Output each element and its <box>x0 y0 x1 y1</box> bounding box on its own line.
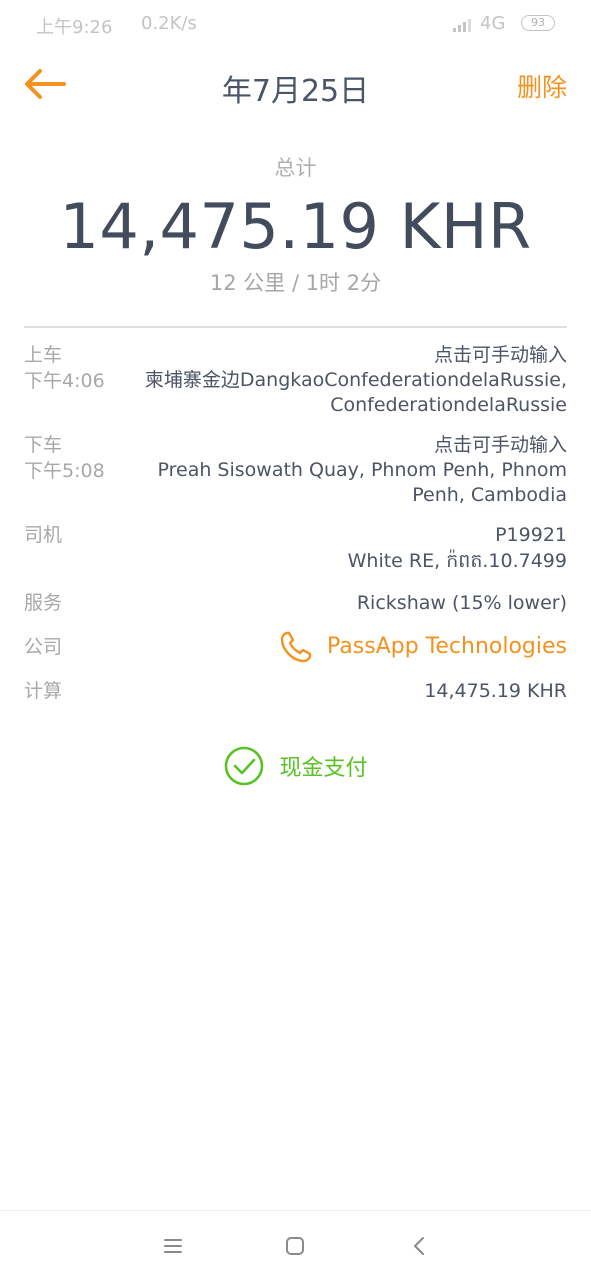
company-label: 公司 <box>24 636 63 658</box>
calculation-row: 计算 14,475.19 KHR <box>24 678 567 704</box>
status-bar: 上午9:26 0.2K/s 4G 93 <box>0 0 591 50</box>
trip-details: 上车 点击可手动输入 下午4:06 柬埔寨金边DangkaoConfederat… <box>24 342 567 704</box>
pickup-address: 柬埔寨金边DangkaoConfederationdelaRussie, Con… <box>145 368 567 418</box>
calculation-value: 14,475.19 KHR <box>424 680 567 702</box>
payment-method-label: 现金支付 <box>279 756 368 781</box>
company-row: 公司 PassApp Technologies <box>24 630 567 664</box>
dropoff-address-line1: Preah Sisowath Quay, Phnom Penh, Phnom <box>157 459 568 481</box>
dropoff-address: Preah Sisowath Quay, Phnom Penh, Phnom P… <box>158 458 568 508</box>
service-label: 服务 <box>24 592 63 614</box>
driver-id: P19921 <box>495 524 567 546</box>
company-name: PassApp Technologies <box>327 634 567 659</box>
dropoff-label: 下车 <box>24 434 63 456</box>
trip-stats: 12 公里 / 1时 2分 <box>209 271 382 295</box>
service-value: Rickshaw (15% lower) <box>356 592 567 614</box>
status-time: 上午9:26 <box>36 17 113 38</box>
nav-home-button[interactable] <box>280 1231 310 1261</box>
divider <box>24 326 567 328</box>
check-circle-icon <box>225 746 264 786</box>
calculation-label: 计算 <box>24 680 63 702</box>
pickup-manual-entry-link[interactable]: 点击可手动输入 <box>434 342 567 368</box>
driver-info: P19921 White RE, ក៉ពត.10.7499 <box>348 522 567 574</box>
dropoff-section: 下车 点击可手动输入 下午5:08 Preah Sisowath Quay, P… <box>24 432 567 508</box>
nav-menu-button[interactable] <box>158 1231 188 1261</box>
company-call-link[interactable]: PassApp Technologies <box>279 630 567 664</box>
page-title: 年7月25日 <box>221 74 370 109</box>
total-label: 总计 <box>274 156 317 180</box>
delete-button[interactable]: 删除 <box>517 68 567 104</box>
nav-back-button[interactable] <box>404 1231 434 1261</box>
network-speed: 0.2K/s <box>141 13 197 34</box>
dropoff-manual-entry-link[interactable]: 点击可手动输入 <box>434 432 567 458</box>
phone-icon <box>280 631 312 663</box>
service-row: 服务 Rickshaw (15% lower) <box>24 590 567 616</box>
system-nav-bar <box>0 1210 591 1281</box>
pickup-address-line2: ConfederationdelaRussie <box>330 394 567 416</box>
battery-icon: 93 <box>521 15 555 31</box>
driver-row: 司机 P19921 White RE, ក៉ពត.10.7499 <box>24 522 567 574</box>
dropoff-address-line2: Penh, Cambodia <box>412 484 567 506</box>
chevron-left-icon <box>414 1237 424 1255</box>
network-type: 4G <box>480 13 506 34</box>
menu-icon <box>164 1239 182 1253</box>
pickup-section: 上车 点击可手动输入 下午4:06 柬埔寨金边DangkaoConfederat… <box>24 342 567 418</box>
fare-summary: 总计 14,475.19 KHR 12 公里 / 1时 2分 <box>0 150 591 297</box>
driver-vehicle: White RE, ក៉ពត.10.7499 <box>347 550 567 572</box>
payment-status: 现金支付 <box>0 745 591 787</box>
signal-icon <box>453 19 471 32</box>
header: 年7月25日 删除 <box>0 50 591 120</box>
pickup-label: 上车 <box>24 344 63 366</box>
pickup-time: 下午4:06 <box>24 370 105 392</box>
dropoff-time: 下午5:08 <box>24 460 105 482</box>
driver-label: 司机 <box>24 524 63 546</box>
home-square-icon <box>286 1237 304 1255</box>
total-amount: 14,475.19 KHR <box>59 190 532 263</box>
pickup-address-line1: 柬埔寨金边DangkaoConfederationdelaRussie, <box>144 369 567 391</box>
